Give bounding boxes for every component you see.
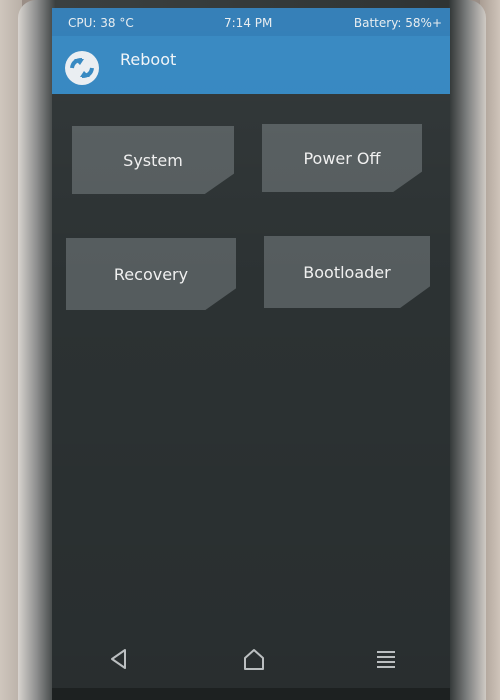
reboot-recovery-button[interactable]: Recovery — [66, 238, 236, 310]
reboot-bootloader-button[interactable]: Bootloader — [264, 236, 430, 308]
reboot-system-label: System — [123, 150, 183, 170]
header-bar: Reboot — [52, 36, 450, 94]
battery-status: Battery: 58%+ — [353, 16, 442, 30]
menu-lines-icon[interactable] — [371, 644, 401, 674]
reboot-bootloader-label: Bootloader — [303, 262, 391, 282]
power-off-label: Power Off — [303, 148, 381, 168]
recovery-screen: CPU: 38 °C 7:14 PM Battery: 58%+ Reboot … — [52, 8, 450, 700]
status-bar: CPU: 38 °C 7:14 PM Battery: 58%+ — [52, 8, 450, 36]
screen-bottom-edge — [52, 688, 450, 700]
power-off-button[interactable]: Power Off — [262, 124, 422, 192]
home-icon[interactable] — [239, 644, 269, 674]
back-triangle-icon[interactable] — [104, 644, 134, 674]
reboot-recovery-label: Recovery — [113, 264, 189, 284]
twrp-logo-icon — [65, 51, 99, 85]
cpu-temperature: CPU: 38 °C — [68, 16, 134, 30]
reboot-system-button[interactable]: System — [72, 126, 234, 194]
page-title: Reboot — [120, 50, 177, 69]
clock: 7:14 PM — [224, 16, 273, 30]
navigation-bar — [52, 626, 450, 686]
